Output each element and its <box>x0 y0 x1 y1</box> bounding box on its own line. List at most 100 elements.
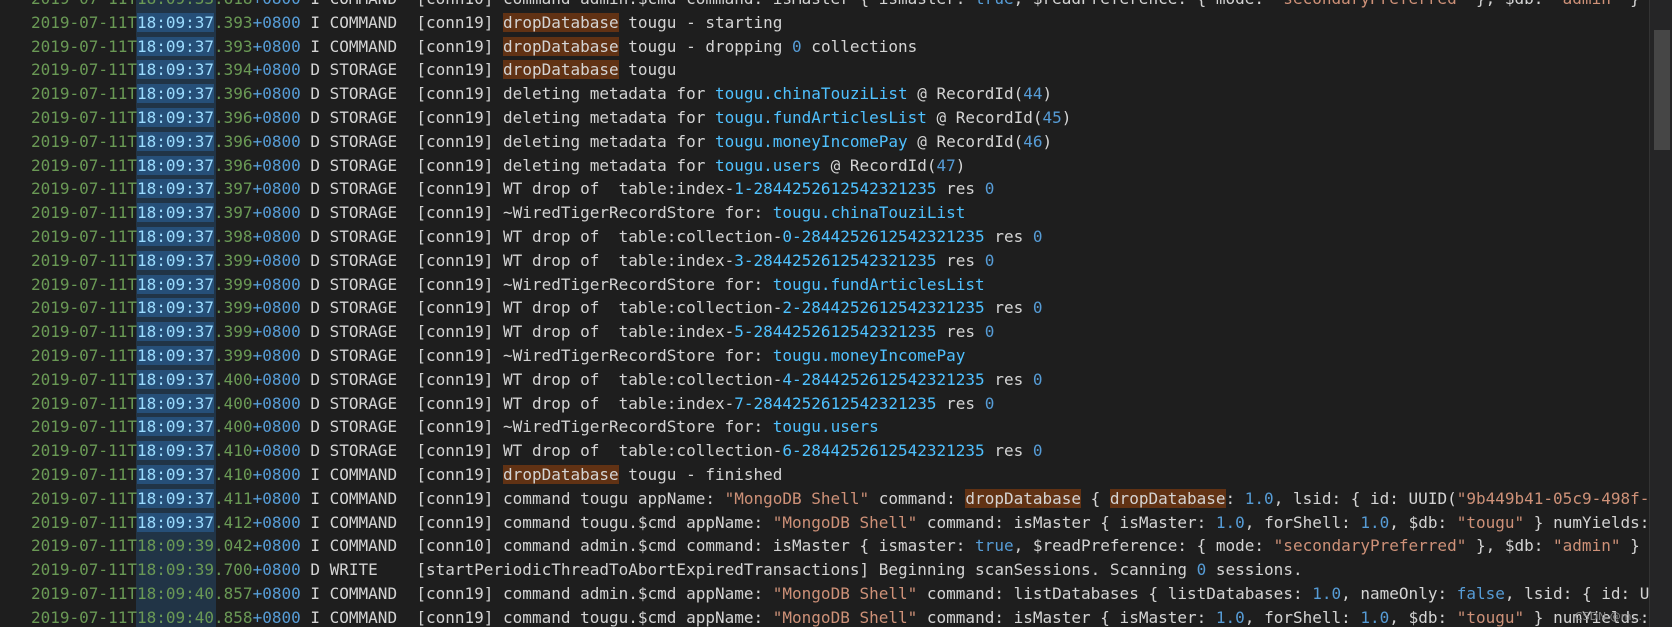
log-message-part: tougu.moneyIncomePay <box>714 131 908 151</box>
log-timezone: +0800 <box>252 345 301 365</box>
log-message-part: 0 <box>1032 441 1043 461</box>
log-timezone: +0800 <box>252 274 301 294</box>
scrollbar-thumb[interactable] <box>1654 30 1670 150</box>
log-line[interactable]: 2019-07-11T18:09:37.397+0800 D STORAGE [… <box>0 201 1659 225</box>
log-message-part: [conn19] WT drop of table:collection- <box>416 298 783 318</box>
log-line[interactable]: 2019-07-11T18:09:37.394+0800 D STORAGE [… <box>0 58 1659 82</box>
log-line[interactable]: 2019-07-11T18:09:37.396+0800 D STORAGE [… <box>0 106 1659 130</box>
log-message-part: [conn19] WT drop of table:collection- <box>416 226 783 246</box>
log-message-part: [conn19] ~WiredTigerRecordStore for: <box>416 274 773 294</box>
log-line[interactable]: 2019-07-11T18:09:37.412+0800 I COMMAND [… <box>0 511 1659 535</box>
log-message-part: [conn10] command admin.$cmd command: isM… <box>416 536 976 556</box>
search-highlight: dropDatabase <box>503 60 619 80</box>
log-message-part: 0 <box>984 250 995 270</box>
log-message-part: [conn19] deleting metadata for <box>416 155 715 175</box>
selected-time: 18:09:37 <box>136 417 215 437</box>
log-line[interactable]: 2019-07-11T18:09:33.618+0800 I COMMAND [… <box>0 0 1659 11</box>
log-line[interactable]: 2019-07-11T18:09:40.858+0800 I COMMAND [… <box>0 606 1659 627</box>
log-line[interactable]: 2019-07-11T18:09:37.396+0800 D STORAGE [… <box>0 82 1659 106</box>
log-component: COMMAND <box>329 583 417 603</box>
selected-time: 18:09:37 <box>136 488 215 508</box>
selected-time: 18:09:37 <box>136 155 215 175</box>
log-line[interactable]: 2019-07-11T18:09:37.396+0800 D STORAGE [… <box>0 154 1659 178</box>
log-line[interactable]: 2019-07-11T18:09:37.396+0800 D STORAGE [… <box>0 130 1659 154</box>
log-line[interactable]: 2019-07-11T18:09:37.393+0800 I COMMAND [… <box>0 11 1659 35</box>
log-millis: .396 <box>214 131 253 151</box>
log-message-part: res <box>936 393 985 413</box>
log-message-part: }, $db: <box>1466 0 1553 8</box>
log-message-part: [conn19] <box>416 12 504 32</box>
log-message-part: [conn19] WT drop of table:collection- <box>416 441 783 461</box>
log-line[interactable]: 2019-07-11T18:09:37.410+0800 I COMMAND [… <box>0 463 1659 487</box>
log-line[interactable]: 2019-07-11T18:09:37.399+0800 D STORAGE [… <box>0 344 1659 368</box>
log-millis: .396 <box>214 84 253 104</box>
log-line[interactable]: 2019-07-11T18:09:39.042+0800 I COMMAND [… <box>0 534 1659 558</box>
log-line[interactable]: 2019-07-11T18:09:37.397+0800 D STORAGE [… <box>0 177 1659 201</box>
log-level: D <box>300 107 330 127</box>
log-level: I <box>301 0 330 8</box>
log-message-part: tougu.users <box>772 417 879 437</box>
log-message-part: res <box>936 322 985 342</box>
log-line[interactable]: 2019-07-11T18:09:39.700+0800 D WRITE [st… <box>0 558 1659 582</box>
selected-time: 18:09:37 <box>136 298 215 318</box>
log-message-part: "tougu" <box>1456 607 1525 627</box>
log-timezone: +0800 <box>252 84 301 104</box>
log-message-part: 47 <box>936 155 956 175</box>
log-line[interactable]: 2019-07-11T18:09:37.411+0800 I COMMAND [… <box>0 487 1659 511</box>
log-message-part: : <box>1225 488 1245 508</box>
log-component: COMMAND <box>329 512 417 532</box>
log-millis: .411 <box>214 488 253 508</box>
log-line[interactable]: 2019-07-11T18:09:37.410+0800 D STORAGE [… <box>0 439 1659 463</box>
log-millis: .393 <box>214 36 253 56</box>
log-message-part: [conn19] command tougu.$cmd appName: <box>416 607 773 627</box>
log-message-part: ) <box>1061 107 1072 127</box>
log-message-part: , lsid: { id: UUID( <box>1273 488 1457 508</box>
log-timezone: +0800 <box>252 250 301 270</box>
log-message-part: 2-2844252612542321235 <box>782 298 985 318</box>
log-timestamp: 2019-07-11T <box>31 274 137 294</box>
log-message-part: tougu.fundArticlesList <box>772 274 985 294</box>
log-message-part: 1.0 <box>1360 607 1390 627</box>
log-line[interactable]: 2019-07-11T18:09:37.393+0800 I COMMAND [… <box>0 35 1659 59</box>
log-line[interactable]: 2019-07-11T18:09:37.399+0800 D STORAGE [… <box>0 320 1659 344</box>
log-line[interactable]: 2019-07-11T18:09:37.399+0800 D STORAGE [… <box>0 249 1659 273</box>
log-line[interactable]: 2019-07-11T18:09:37.400+0800 D STORAGE [… <box>0 415 1659 439</box>
log-message-part: tougu - finished <box>618 464 783 484</box>
log-line[interactable]: 2019-07-11T18:09:37.399+0800 D STORAGE [… <box>0 273 1659 297</box>
log-message-part: , forShell: <box>1244 512 1361 532</box>
vertical-scrollbar[interactable] <box>1649 0 1672 627</box>
log-line[interactable]: 2019-07-11T18:09:37.400+0800 D STORAGE [… <box>0 392 1659 416</box>
log-message-part: collections <box>801 36 918 56</box>
log-editor[interactable]: 2019-07-11T18:09:33.618 +0800 I COMMAND [… <box>0 0 1672 627</box>
log-component: STORAGE <box>329 345 417 365</box>
log-millis: .410 <box>214 464 253 484</box>
log-message-part: }, $db: <box>1466 536 1554 556</box>
log-message-part: [conn19] <box>416 36 504 56</box>
log-message-part: sessions. <box>1206 560 1303 580</box>
log-level: I <box>300 607 330 627</box>
log-line[interactable]: 2019-07-11T18:09:37.400+0800 D STORAGE [… <box>0 368 1659 392</box>
selected-time: 18:09:37 <box>136 12 215 32</box>
log-message-part: 5-2844252612542321235 <box>734 322 937 342</box>
log-timezone: +0800 <box>252 107 301 127</box>
log-timestamp: 2019-07-11T <box>31 441 137 461</box>
log-level: I <box>300 583 330 603</box>
log-message-part: res <box>936 179 985 199</box>
search-highlight: dropDatabase <box>503 464 619 484</box>
log-timestamp: 2019-07-11T <box>31 12 137 32</box>
log-line[interactable]: 2019-07-11T18:09:37.398+0800 D STORAGE [… <box>0 225 1659 249</box>
log-line[interactable]: 2019-07-11T18:09:37.399+0800 D STORAGE [… <box>0 296 1659 320</box>
log-message-part: [conn19] ~WiredTigerRecordStore for: <box>416 417 773 437</box>
log-timestamp: 2019-07-11T18:09:40.858 <box>31 607 253 627</box>
log-timestamp: 2019-07-11T <box>31 512 137 532</box>
log-message-part: [conn19] WT drop of table:index- <box>416 250 735 270</box>
log-component: STORAGE <box>329 84 417 104</box>
log-level: D <box>300 226 330 246</box>
log-message-part: , $readPreference: { mode: <box>1013 536 1274 556</box>
log-message-part: res <box>984 226 1033 246</box>
log-message-part: [conn19] command tougu.$cmd appName: <box>416 512 773 532</box>
log-millis: .397 <box>214 179 253 199</box>
log-line[interactable]: 2019-07-11T18:09:40.857+0800 I COMMAND [… <box>0 582 1659 606</box>
log-message-part: 7-2844252612542321235 <box>734 393 937 413</box>
log-level: D <box>300 417 330 437</box>
